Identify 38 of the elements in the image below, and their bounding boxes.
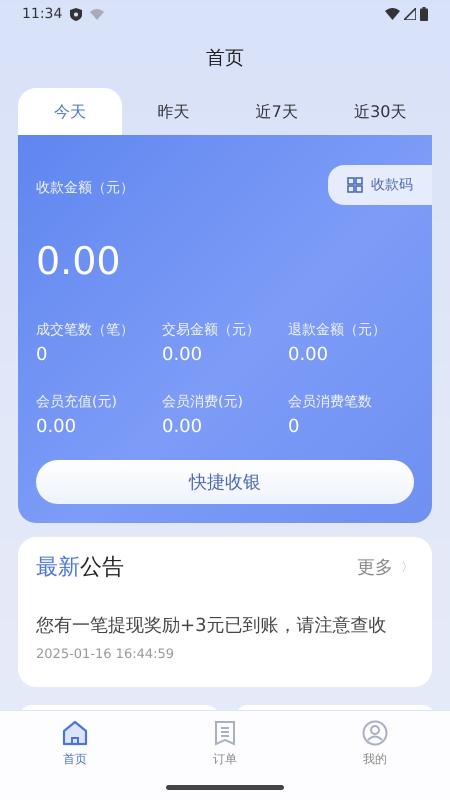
status-time: 11:34 (22, 4, 62, 24)
amount-label: 收款金额（元） (36, 179, 134, 198)
stat-value: 0.00 (162, 415, 204, 439)
stat-label: 交易金额（元） (162, 321, 261, 340)
stat-value: 0 (36, 343, 48, 367)
stat-value: 0.00 (288, 343, 330, 367)
tab[interactable]: 近30天 (328, 88, 432, 135)
stat-value: 0.00 (36, 415, 78, 439)
receipt-icon (214, 720, 236, 746)
qr-code-button[interactable]: 收款码 (328, 165, 432, 205)
amount-value: 0.00 (36, 238, 121, 285)
nav-tab[interactable]: 订单 (180, 719, 270, 769)
more-link[interactable]: 更多 〉 (357, 554, 414, 581)
wifi-icon (90, 8, 104, 20)
quick-checkout-button[interactable]: 快捷收银 (36, 460, 414, 504)
page-title: 首页 (206, 46, 244, 71)
qr-code-icon (347, 177, 363, 193)
notice-title: 最新公告 (36, 554, 124, 582)
stat-label: 退款金额（元） (288, 321, 387, 340)
signal-icon (404, 8, 416, 20)
user-icon (362, 720, 388, 746)
stat-label: 成交笔数（笔） (36, 321, 135, 340)
notice-message: 您有一笔提现奖励+3元已到账，请注意查收 (36, 614, 388, 638)
stat-value: 0 (288, 415, 300, 439)
battery-icon (420, 7, 428, 21)
home-icon (62, 720, 88, 746)
stat-label: 会员消费笔数 (288, 393, 373, 412)
tab[interactable]: 昨天 (122, 88, 225, 135)
shield-icon (70, 8, 82, 20)
tab[interactable]: 近7天 (225, 88, 328, 135)
tab[interactable]: 今天 (18, 88, 122, 135)
notice-time: 2025-01-16 16:44:59 (36, 646, 176, 664)
wifi-icon (385, 8, 400, 20)
stat-value: 0.00 (162, 343, 204, 367)
nav-tab[interactable]: 首页 (30, 719, 120, 769)
stat-label: 会员消费(元) (162, 393, 244, 412)
stat-label: 会员充值(元) (36, 393, 118, 412)
nav-tab[interactable]: 我的 (330, 719, 420, 769)
